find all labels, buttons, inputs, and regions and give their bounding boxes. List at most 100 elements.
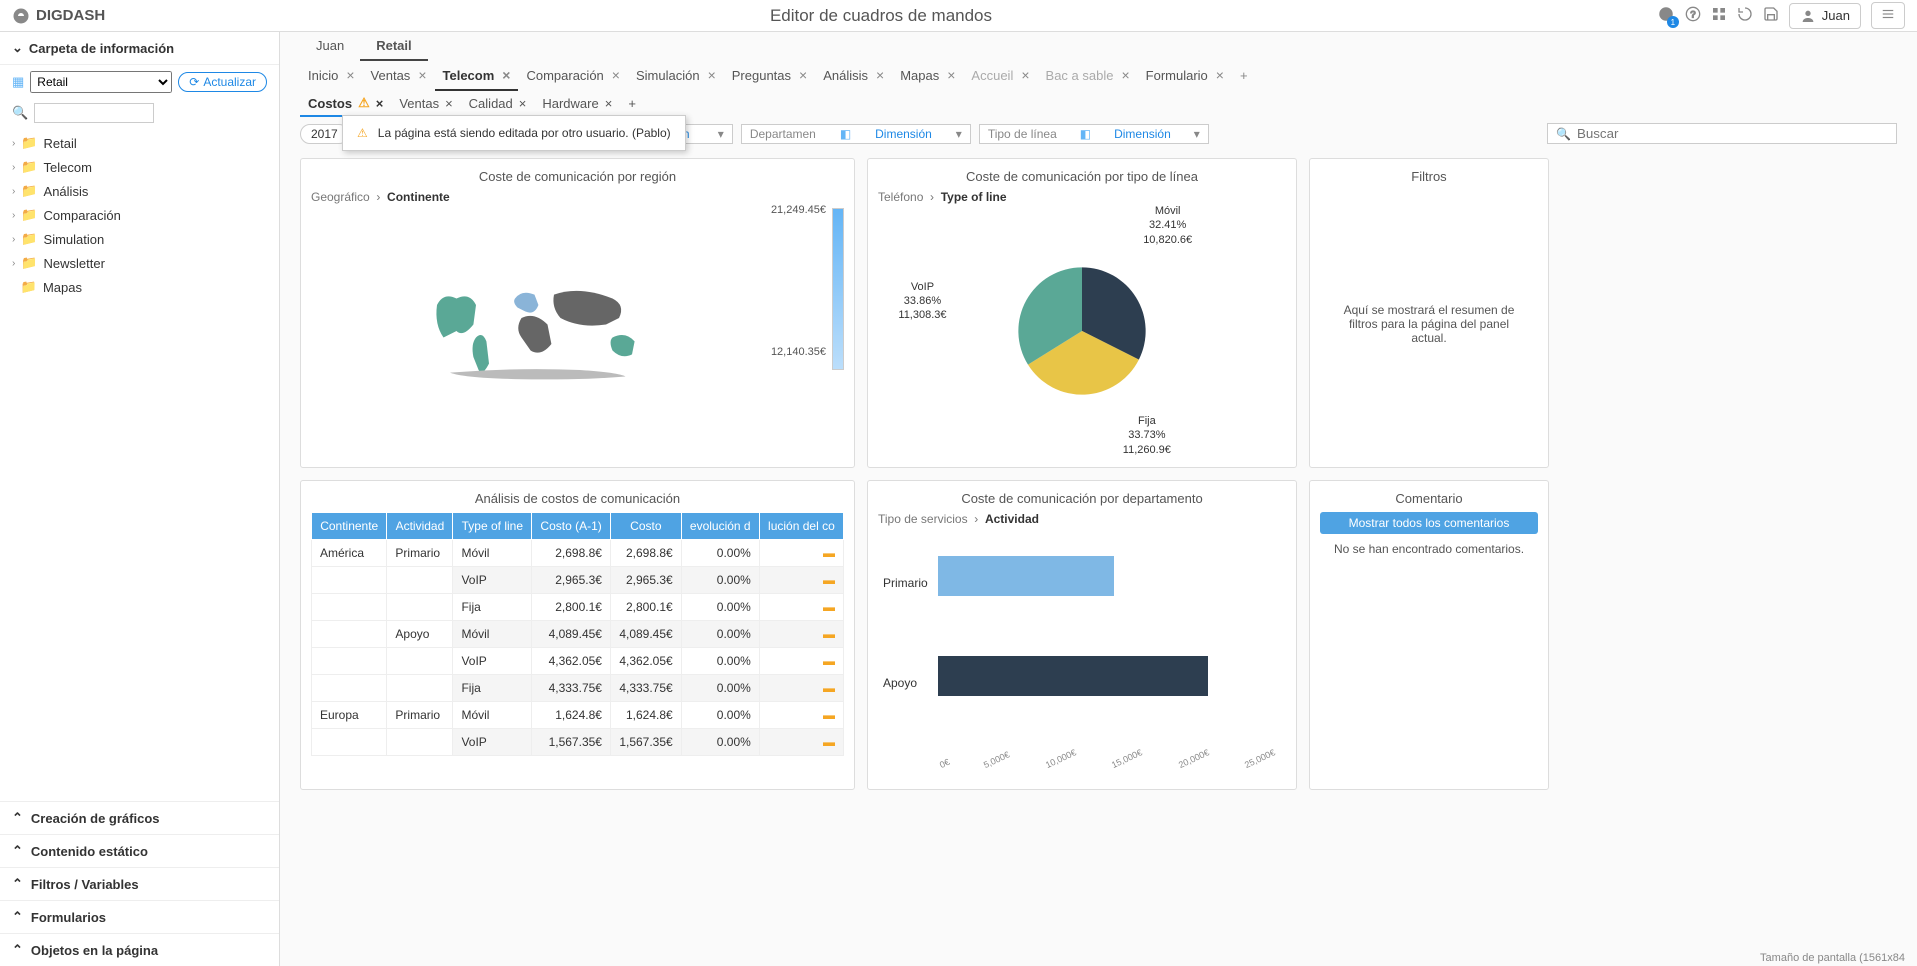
role-select[interactable]: Retail (30, 71, 172, 93)
bar-rect[interactable] (938, 656, 1208, 696)
bar-x-axis: 0€5,000€10,000€15,000€20,000€25,000€ (938, 761, 1276, 771)
table-row[interactable]: VoIP1,567.35€1,567.35€0.00%▬ (312, 729, 844, 756)
sidebar-section-contenido-est-tico[interactable]: ⌃Contenido estático (0, 834, 279, 867)
world-map[interactable] (311, 204, 771, 457)
folder-item-análisis[interactable]: ›📁Análisis (0, 179, 279, 203)
folder-icon: 📁 (21, 279, 37, 295)
close-icon[interactable]: × (376, 96, 384, 111)
table-wrap[interactable]: ContinenteActividadType of lineCosto (A-… (311, 512, 844, 779)
dashboard-tab-mapas[interactable]: Mapas× (892, 61, 963, 91)
dashboard-tab-preguntas[interactable]: Preguntas × (724, 61, 815, 91)
close-icon[interactable]: × (519, 96, 527, 111)
info-folder-header[interactable]: ⌄ Carpeta de información (12, 40, 267, 56)
table-row[interactable]: Fija4,333.75€4,333.75€0.00%▬ (312, 675, 844, 702)
sidebar-section-formularios[interactable]: ⌃Formularios (0, 900, 279, 933)
dashboard-tab-bac-a-sable[interactable]: Bac a sable× (1038, 61, 1138, 91)
refresh-button[interactable]: ⟳ Actualizar (178, 72, 267, 92)
global-search-input[interactable] (1577, 126, 1888, 141)
close-icon[interactable]: × (1216, 67, 1224, 83)
help-icon[interactable]: ? (1685, 6, 1701, 25)
table-row[interactable]: Fija2,800.1€2,800.1€0.00%▬ (312, 594, 844, 621)
close-icon[interactable]: × (708, 67, 716, 83)
close-icon[interactable]: × (799, 67, 807, 83)
add-dashboard-tab[interactable]: + (1232, 61, 1256, 91)
tab-label: Preguntas (732, 68, 791, 83)
dimension-select-departamen[interactable]: Departamen◧Dimensión▾ (741, 124, 971, 144)
sidebar-section-filtros-variables[interactable]: ⌃Filtros / Variables (0, 867, 279, 900)
bar-body[interactable]: PrimarioApoyo0€5,000€10,000€15,000€20,00… (878, 526, 1286, 779)
role-tab-retail[interactable]: Retail (360, 32, 427, 61)
close-icon[interactable]: × (418, 67, 426, 83)
close-icon[interactable]: × (876, 67, 884, 83)
bar-rect[interactable] (938, 556, 1114, 596)
bar-category-label: Primario (883, 576, 928, 590)
table-cell: VoIP (453, 567, 532, 594)
table-row[interactable]: ApoyoMóvil4,089.45€4,089.45€0.00%▬ (312, 621, 844, 648)
bar-bc-b[interactable]: Actividad (985, 512, 1039, 526)
folder-item-retail[interactable]: ›📁Retail (0, 131, 279, 155)
page-tab-costos[interactable]: Costos⚠× (300, 91, 391, 117)
close-icon[interactable]: × (947, 67, 955, 83)
show-comments-button[interactable]: Mostrar todos los comentarios (1320, 512, 1538, 534)
close-icon[interactable]: × (605, 96, 613, 111)
map-bc-a[interactable]: Geográfico (311, 190, 370, 204)
folder-item-comparación[interactable]: ›📁Comparación (0, 203, 279, 227)
pie-bc-b[interactable]: Type of line (941, 190, 1007, 204)
history-icon[interactable] (1737, 6, 1753, 25)
dashboard-tab-inicio[interactable]: Inicio× (300, 61, 363, 91)
close-icon[interactable]: × (1021, 67, 1029, 83)
table-cell: 4,362.05€ (532, 648, 611, 675)
menu-button[interactable] (1871, 2, 1905, 29)
dashboard-tab-accueil[interactable]: Accueil× (963, 61, 1037, 91)
bar-bc-a[interactable]: Tipo de servicios (878, 512, 968, 526)
table-row[interactable]: VoIP2,965.3€2,965.3€0.00%▬ (312, 567, 844, 594)
table-header[interactable]: Type of line (453, 513, 532, 540)
role-tab-juan[interactable]: Juan (300, 32, 360, 61)
sidebar-section-objetos-en-la-p-gina[interactable]: ⌃Objetos en la página (0, 933, 279, 966)
grid-icon[interactable] (1711, 6, 1727, 25)
table-header[interactable]: Actividad (387, 513, 453, 540)
table-row[interactable]: EuropaPrimarioMóvil1,624.8€1,624.8€0.00%… (312, 702, 844, 729)
folder-item-simulation[interactable]: ›📁Simulation (0, 227, 279, 251)
page-tab-calidad[interactable]: Calidad× (461, 91, 535, 117)
dimension-select-tipo-de-l-nea[interactable]: Tipo de línea◧Dimensión▾ (979, 124, 1209, 144)
close-icon[interactable]: × (502, 67, 510, 83)
save-icon[interactable] (1763, 6, 1779, 25)
dashboard-tab-ventas[interactable]: Ventas× (363, 61, 435, 91)
user-menu[interactable]: Juan (1789, 3, 1861, 29)
table-header[interactable]: Continente (312, 513, 387, 540)
table-header[interactable]: Costo (A-1) (532, 513, 611, 540)
folder-item-mapas[interactable]: 📁Mapas (0, 275, 279, 299)
add-page-tab[interactable]: + (620, 91, 644, 117)
folder-item-telecom[interactable]: ›📁Telecom (0, 155, 279, 179)
dashboard-tab-telecom[interactable]: Telecom× (435, 61, 519, 91)
table-header[interactable]: lución del co (759, 513, 843, 540)
page-tab-ventas[interactable]: Ventas× (391, 91, 460, 117)
table-cell: 0.00% (681, 648, 759, 675)
table-row[interactable]: VoIP4,362.05€4,362.05€0.00%▬ (312, 648, 844, 675)
pie-body[interactable]: Móvil32.41%10,820.6€Fija33.73%11,260.9€V… (878, 204, 1286, 457)
table-header[interactable]: evolución d (681, 513, 759, 540)
dashboard-tab-formulario[interactable]: Formulario× (1138, 61, 1232, 91)
map-bc-b[interactable]: Continente (387, 190, 450, 204)
table-header[interactable]: Costo (610, 513, 681, 540)
dashboard-tab-comparación[interactable]: Comparación× (518, 61, 628, 91)
notifications-icon[interactable]: 1 (1657, 5, 1675, 26)
filters-text: Aquí se mostrará el resumen de filtros p… (1320, 190, 1538, 457)
sidebar-search-input[interactable] (34, 103, 154, 123)
dashboard-tab-simulación[interactable]: Simulación× (628, 61, 724, 91)
subtab-label: Hardware (542, 96, 598, 111)
logo-icon (12, 7, 30, 25)
pie-bc-a[interactable]: Teléfono (878, 190, 923, 204)
folder-item-newsletter[interactable]: ›📁Newsletter (0, 251, 279, 275)
close-icon[interactable]: × (346, 67, 354, 83)
dashboard-tab-análisis[interactable]: Análisis× (815, 61, 892, 91)
close-icon[interactable]: × (612, 67, 620, 83)
search-box[interactable]: 🔍 (1547, 123, 1897, 144)
close-icon[interactable]: × (1121, 67, 1129, 83)
table-cell: 4,333.75€ (532, 675, 611, 702)
sidebar-section-creaci-n-de-gr-ficos[interactable]: ⌃Creación de gráficos (0, 801, 279, 834)
close-icon[interactable]: × (445, 96, 453, 111)
table-row[interactable]: AméricaPrimarioMóvil2,698.8€2,698.8€0.00… (312, 540, 844, 567)
page-tab-hardware[interactable]: Hardware × (534, 91, 620, 117)
